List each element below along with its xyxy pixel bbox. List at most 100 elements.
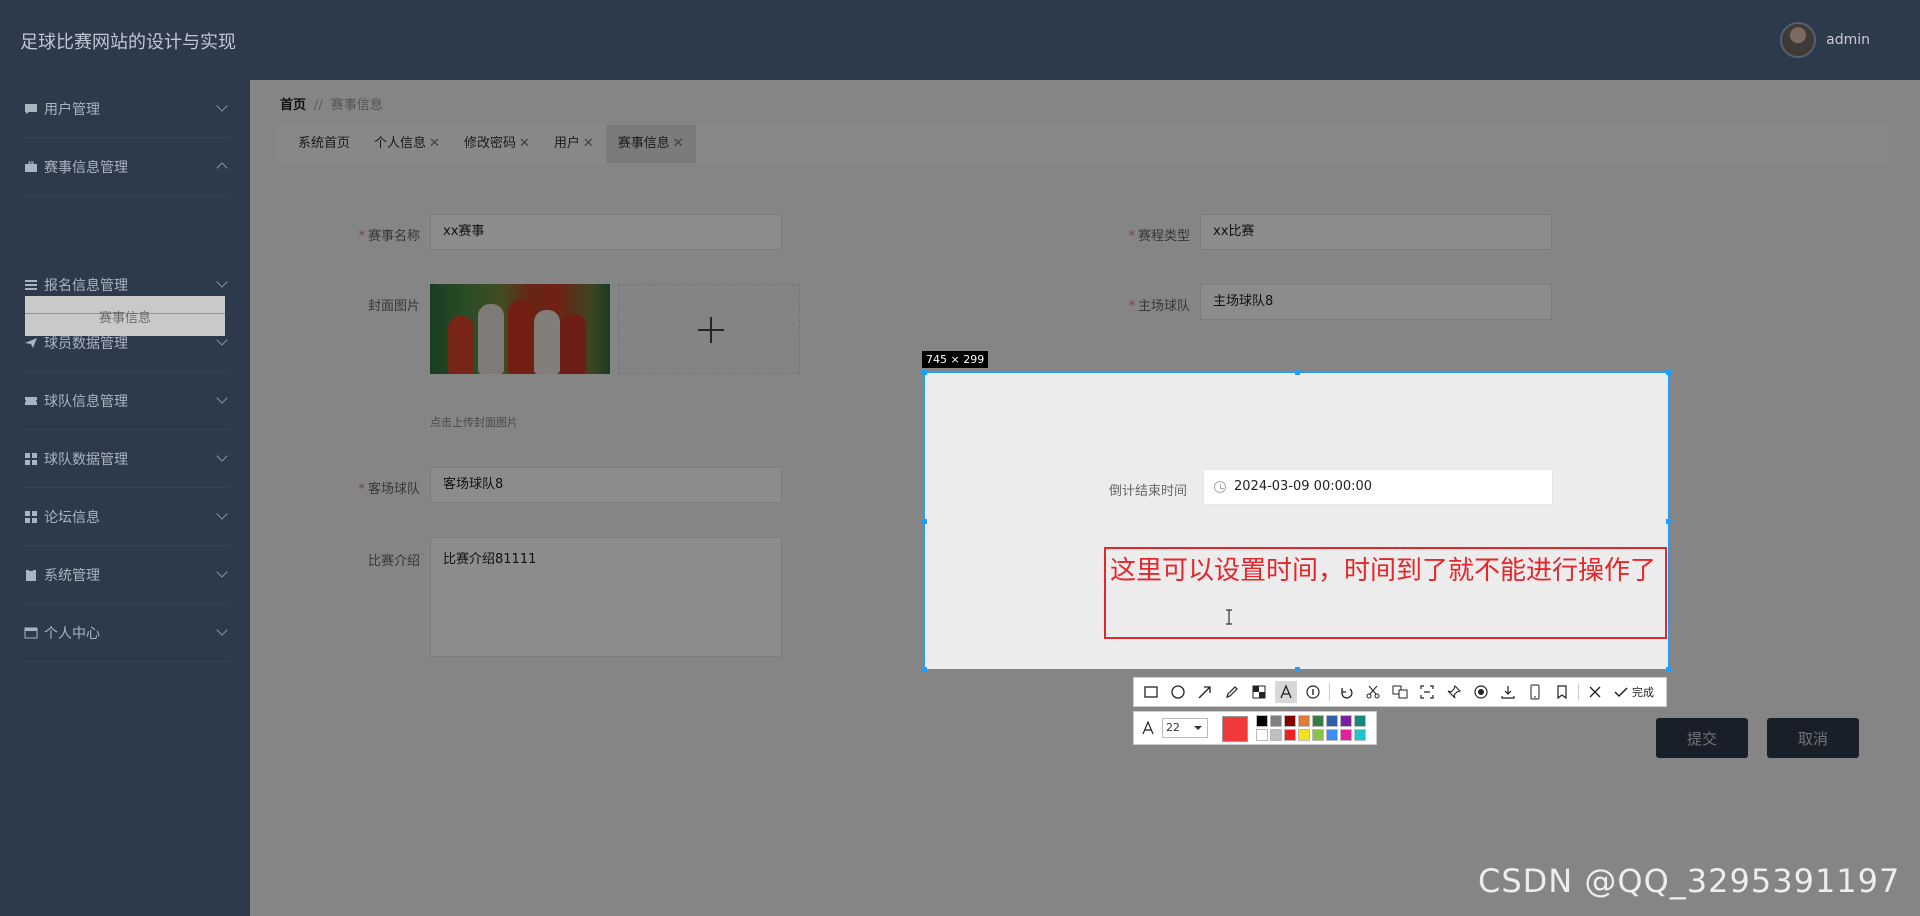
color-swatch[interactable] [1340, 715, 1352, 727]
color-swatch[interactable] [1340, 729, 1352, 741]
cover-image-label: 封面图片 [367, 299, 420, 314]
tab-label: 修改密码 [463, 136, 516, 151]
text-style-toolbar: 22 [1133, 711, 1377, 745]
selection-size-label: 745 × 299 [922, 351, 989, 368]
color-swatch[interactable] [1256, 715, 1268, 727]
briefcase-icon [25, 161, 37, 172]
undo-icon[interactable] [1335, 681, 1357, 703]
cut-icon[interactable] [1362, 681, 1384, 703]
username[interactable]: admin [1826, 32, 1870, 48]
send-icon [25, 337, 37, 348]
arrow-tool-icon[interactable] [1194, 681, 1216, 703]
chevron-down-icon [216, 100, 228, 112]
color-swatch[interactable] [1326, 715, 1338, 727]
sidebar-item-player-data[interactable]: 球员数据管理 [24, 314, 230, 372]
sidebar-item-registration-management[interactable]: 报名信息管理 [24, 256, 230, 314]
phone-icon[interactable] [1524, 681, 1546, 703]
font-size-select[interactable]: 22 [1162, 718, 1208, 738]
submit-button[interactable]: 提交 [1656, 718, 1748, 758]
cancel-button[interactable]: 取消 [1767, 718, 1859, 758]
user-menu[interactable]: admin [1780, 22, 1870, 58]
resize-handle[interactable] [1295, 370, 1300, 375]
upload-cover-button[interactable] [618, 284, 800, 374]
cover-image-preview[interactable] [430, 284, 610, 374]
ocr-icon[interactable] [1416, 681, 1438, 703]
color-swatch[interactable] [1326, 729, 1338, 741]
done-button[interactable]: 完成 [1613, 684, 1654, 700]
font-icon [1142, 720, 1154, 735]
text-tool-icon[interactable] [1275, 681, 1297, 703]
countdown-end-datetime-input[interactable]: 2024-03-09 00:00:00 [1203, 469, 1553, 505]
chevron-down-icon [216, 624, 228, 636]
color-swatch[interactable] [1270, 715, 1282, 727]
home-team-label: * 主场球队 [1128, 299, 1190, 314]
color-swatch[interactable] [1256, 729, 1268, 741]
avatar[interactable] [1780, 22, 1817, 58]
close-icon[interactable]: ✕ [673, 136, 684, 151]
record-icon[interactable] [1470, 681, 1492, 703]
translate-icon[interactable] [1389, 681, 1411, 703]
pencil-tool-icon[interactable] [1221, 681, 1243, 703]
rectangle-tool-icon[interactable] [1140, 681, 1162, 703]
resize-handle[interactable] [922, 667, 927, 672]
sidebar-item-label: 用户管理 [44, 101, 100, 118]
download-icon[interactable] [1497, 681, 1519, 703]
resize-handle[interactable] [1666, 667, 1671, 672]
top-bar: 足球比赛网站的设计与实现 admin [0, 0, 1920, 80]
resize-handle[interactable] [1666, 370, 1671, 375]
color-swatch[interactable] [1298, 729, 1310, 741]
chevron-down-icon [216, 508, 228, 520]
color-swatch[interactable] [1270, 729, 1282, 741]
tab-match-info[interactable]: 赛事信息 ✕ [605, 125, 696, 163]
resize-handle[interactable] [922, 370, 927, 375]
sidebar-item-team-data[interactable]: 球队数据管理 [24, 430, 230, 488]
color-swatch[interactable] [1312, 729, 1324, 741]
sidebar-item-system-management[interactable]: 系统管理 [24, 546, 230, 604]
resize-handle[interactable] [1666, 519, 1671, 524]
close-icon[interactable]: ✕ [429, 136, 440, 151]
sidebar-item-label: 论坛信息 [44, 509, 100, 526]
tab-label: 用户 [553, 136, 580, 151]
color-swatch[interactable] [1354, 729, 1366, 741]
chat-icon [25, 103, 37, 114]
resize-handle[interactable] [922, 519, 927, 524]
color-swatch[interactable] [1354, 715, 1366, 727]
color-swatch[interactable] [1312, 715, 1324, 727]
sidebar: 用户管理 赛事信息管理 赛事信息 报名信息管理 球员数据管理 球队信息管理 球队… [0, 80, 250, 916]
tab-change-password[interactable]: 修改密码 ✕ [452, 125, 542, 163]
watermark: CSDN @QQ_3295391197 [1478, 862, 1901, 900]
ellipse-tool-icon[interactable] [1167, 681, 1189, 703]
color-swatch[interactable] [1284, 729, 1296, 741]
sidebar-item-user-management[interactable]: 用户管理 [24, 80, 230, 138]
capture-selection[interactable]: 倒计结束时间 2024-03-09 00:00:00 这里可以设置时间，时间到了… [922, 370, 1671, 672]
chevron-down-icon [216, 392, 228, 404]
breadcrumb-home[interactable]: 首页 [280, 98, 306, 113]
current-color-swatch[interactable] [1222, 716, 1248, 742]
bookmark-icon[interactable] [1551, 681, 1573, 703]
color-swatch[interactable] [1284, 715, 1296, 727]
mosaic-tool-icon[interactable] [1248, 681, 1270, 703]
tab-home[interactable]: 系统首页 [286, 125, 362, 163]
pin-icon[interactable] [1443, 681, 1465, 703]
text-annotation[interactable]: 这里可以设置时间，时间到了就不能进行操作了 [1104, 547, 1667, 639]
tab-user[interactable]: 用户 ✕ [542, 125, 606, 163]
tab-personal-info[interactable]: 个人信息 ✕ [362, 125, 452, 163]
resize-handle[interactable] [1295, 667, 1300, 672]
sidebar-item-team-info[interactable]: 球队信息管理 [24, 372, 230, 430]
chevron-down-icon [216, 276, 228, 288]
sidebar-item-match-management[interactable]: 赛事信息管理 [24, 138, 230, 196]
sidebar-item-forum[interactable]: 论坛信息 [24, 488, 230, 546]
schedule-type-select[interactable]: xx比赛 [1200, 214, 1552, 250]
intro-textarea[interactable]: 比赛介绍81111 [430, 537, 782, 657]
done-label: 完成 [1632, 686, 1654, 699]
match-name-input[interactable]: xx赛事 [430, 214, 782, 250]
sidebar-item-personal-center[interactable]: 个人中心 [24, 604, 230, 662]
away-team-input[interactable]: 客场球队8 [430, 467, 782, 503]
close-icon[interactable] [1584, 681, 1606, 703]
close-icon[interactable]: ✕ [583, 136, 594, 151]
number-marker-icon[interactable] [1302, 681, 1324, 703]
sidebar-item-label: 报名信息管理 [44, 277, 128, 294]
close-icon[interactable]: ✕ [519, 136, 530, 151]
home-team-input[interactable]: 主场球队8 [1200, 284, 1552, 320]
color-swatch[interactable] [1298, 715, 1310, 727]
